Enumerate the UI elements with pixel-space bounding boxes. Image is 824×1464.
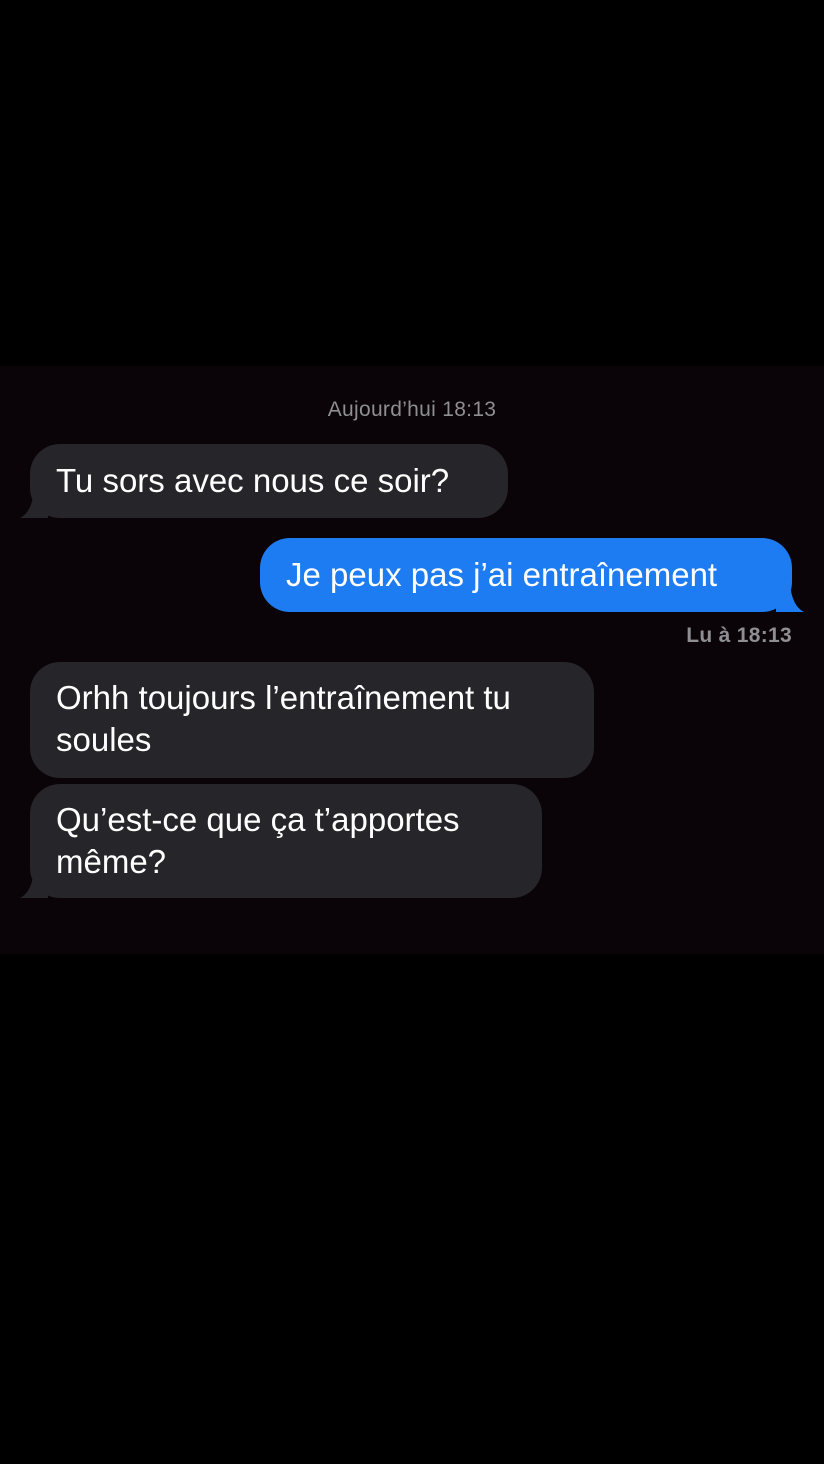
bubble-tail-icon [20, 490, 48, 518]
message-bubble-received-3[interactable]: Qu’est-ce que ça t’apportes même? [30, 784, 542, 898]
bubble-tail-icon [776, 584, 804, 612]
message-text: Orhh toujours l’entraînement tu soules [56, 679, 511, 758]
message-bubble-received-1[interactable]: Tu sors avec nous ce soir? [30, 444, 508, 518]
message-text: Tu sors avec nous ce soir? [56, 462, 450, 499]
message-text: Qu’est-ce que ça t’apportes même? [56, 801, 460, 880]
message-bubble-received-2[interactable]: Orhh toujours l’entraînement tu soules [30, 662, 594, 778]
read-receipt: Lu à 18:13 [686, 624, 792, 647]
message-text: Je peux pas j’ai entraînement [286, 556, 718, 593]
message-bubble-sent-1[interactable]: Je peux pas j’ai entraînement [260, 538, 792, 612]
bubble-tail-icon [20, 870, 48, 898]
date-header: Aujourd’hui 18:13 [327, 398, 497, 421]
conversation-panel: Aujourd’hui 18:13 Tu sors avec nous ce s… [0, 366, 824, 954]
